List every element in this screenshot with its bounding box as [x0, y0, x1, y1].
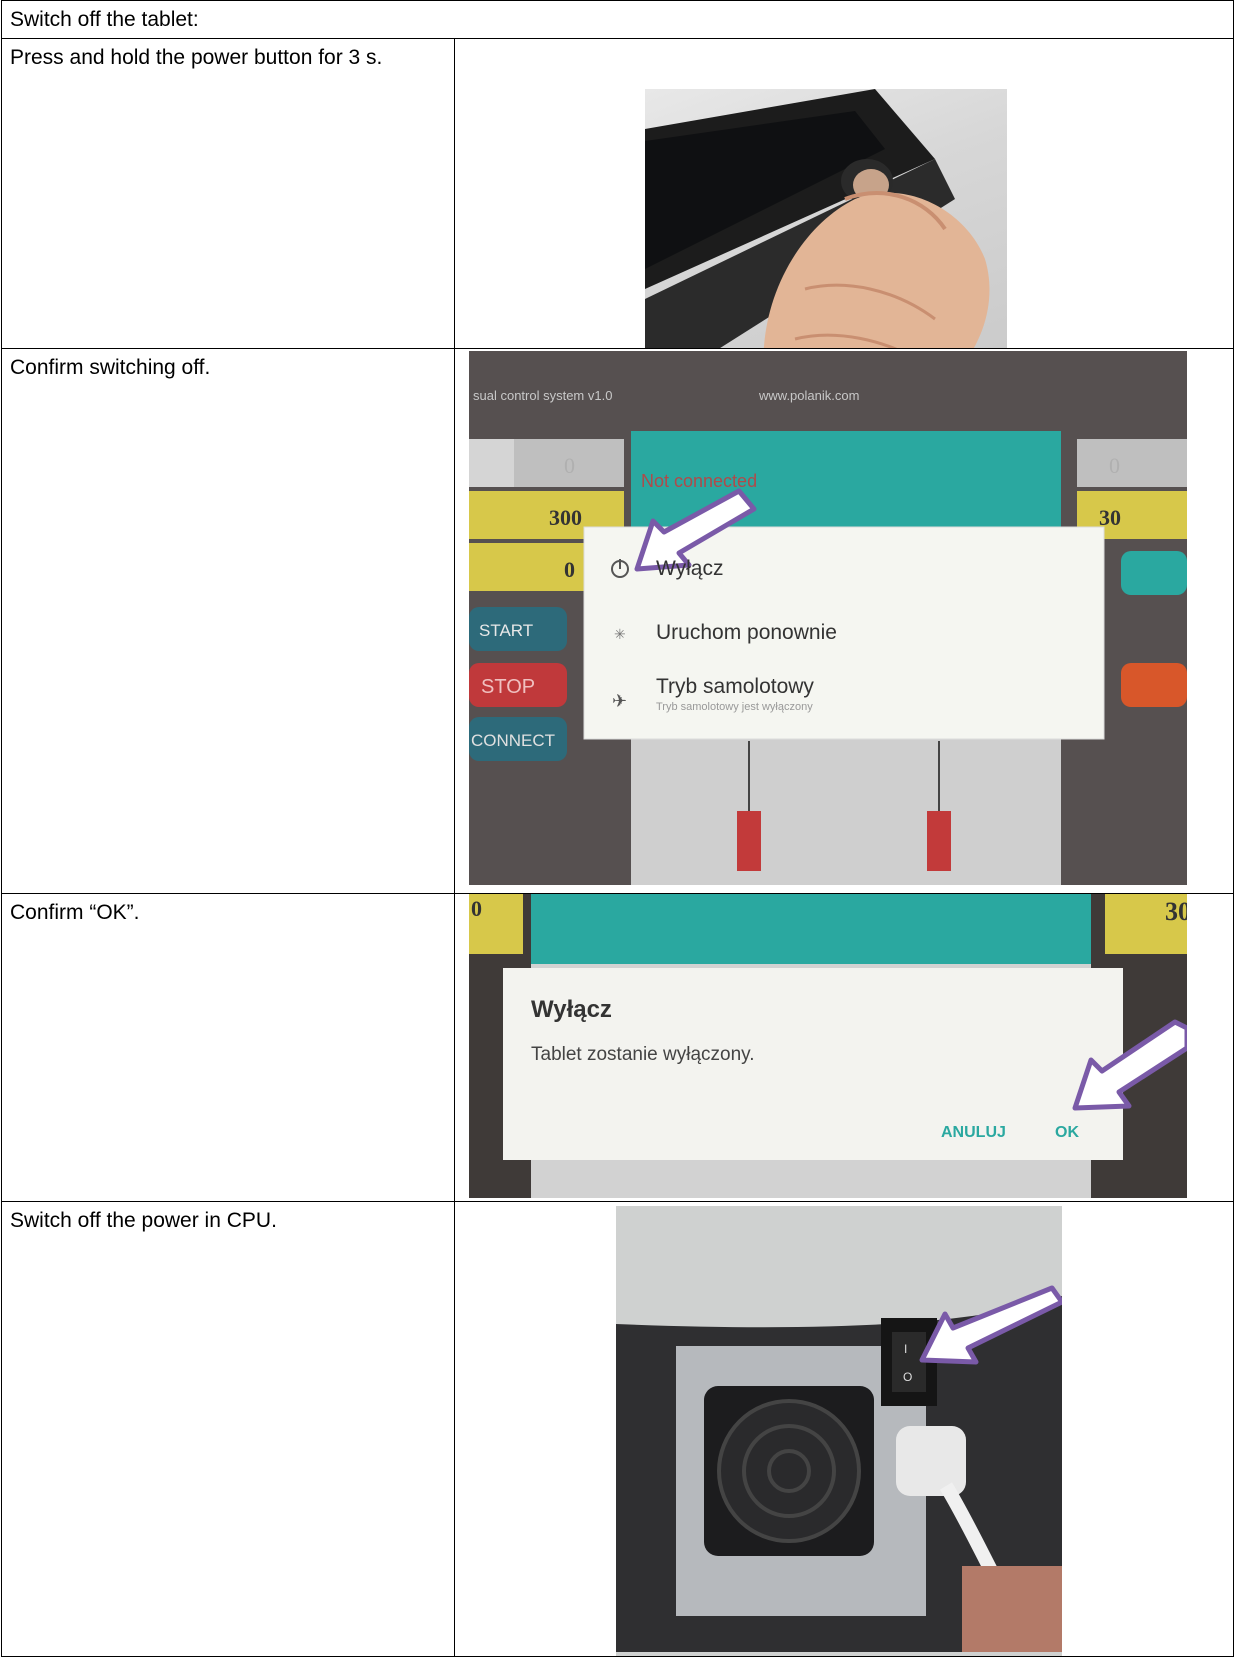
menu-item-power-off[interactable]: Wyłącz: [656, 557, 723, 581]
step-3-photo-cell: 0 30 Wyłącz Tablet zostanie wyłączony. A…: [453, 893, 1235, 1203]
cpu-power-switch-photo: I O: [616, 1206, 1062, 1656]
step-3-instruction: Confirm “OK”.: [10, 901, 140, 925]
svg-text:www.polanik.com: www.polanik.com: [758, 388, 859, 403]
step-text-cell: Press and hold the power button for 3 s.: [1, 38, 455, 350]
step-1-instruction: Press and hold the power button for 3 s.: [10, 46, 383, 70]
table-header-cell: Switch off the tablet:: [0, 0, 1235, 40]
svg-text:0: 0: [564, 557, 575, 582]
menu-item-airplane-mode[interactable]: Tryb samolotowy: [656, 675, 814, 699]
svg-text:CONNECT: CONNECT: [471, 731, 555, 750]
step-text-cell: Confirm “OK”.: [1, 893, 455, 1203]
dialog-message: Tablet zostanie wyłączony.: [531, 1044, 755, 1066]
step-1-photo-cell: [453, 38, 1235, 350]
svg-text:START: START: [479, 621, 533, 640]
step-2-photo-cell: sual control system v1.0 www.polanik.com…: [453, 348, 1235, 895]
menu-item-airplane-mode-sub: Tryb samolotowy jest wyłączony: [656, 701, 813, 714]
svg-text:STOP: STOP: [481, 676, 535, 698]
step-text-cell: Switch off the power in CPU.: [1, 1201, 455, 1658]
power-menu-screen-photo: sual control system v1.0 www.polanik.com…: [469, 351, 1187, 886]
svg-text:✳: ✳: [614, 626, 626, 642]
tablet-power-button-photo: [645, 89, 1007, 348]
switch-mark-off: O: [903, 1370, 913, 1385]
confirm-dialog-screen-photo: 0 30 Wyłącz Tablet zostanie wyłączony. A…: [469, 894, 1187, 1199]
svg-text:0: 0: [471, 896, 482, 921]
step-text-cell: Confirm switching off.: [1, 348, 455, 895]
svg-text:0: 0: [564, 453, 575, 478]
svg-text:sual control system v1.0: sual control system v1.0: [473, 388, 612, 403]
svg-text:30: 30: [1165, 897, 1187, 926]
svg-text:0: 0: [1109, 453, 1120, 478]
svg-text:300: 300: [549, 505, 582, 530]
step-2-instruction: Confirm switching off.: [10, 356, 211, 380]
table-title: Switch off the tablet:: [10, 8, 199, 31]
step-4-instruction: Switch off the power in CPU.: [10, 1209, 277, 1233]
step-4-photo-cell: I O: [453, 1201, 1235, 1658]
cancel-button[interactable]: ANULUJ: [941, 1124, 1006, 1142]
dialog-title: Wyłącz: [531, 996, 612, 1024]
svg-text:30: 30: [1099, 505, 1121, 530]
svg-text:Not connected: Not connected: [641, 471, 757, 491]
instruction-table: Switch off the tablet: Press and hold th…: [0, 0, 1235, 1658]
svg-text:✈: ✈: [612, 691, 627, 712]
switch-mark-on: I: [904, 1342, 908, 1357]
menu-item-restart[interactable]: Uruchom ponownie: [656, 621, 837, 645]
ok-button[interactable]: OK: [1055, 1124, 1079, 1142]
